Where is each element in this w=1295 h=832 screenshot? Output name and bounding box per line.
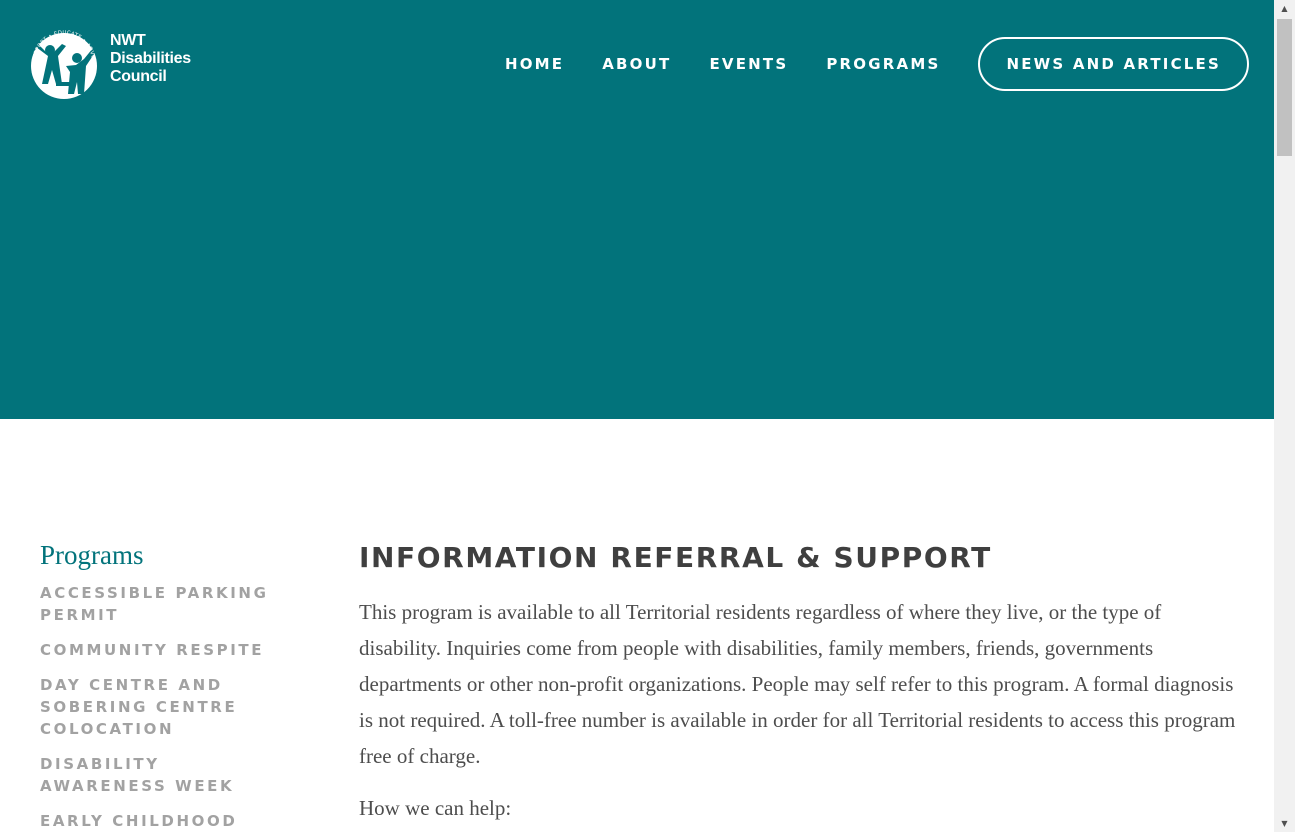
site-logo[interactable]: SUPPORT • EDUCATE • ADVOCATE NWT Disabil… [26,22,206,104]
nav-programs[interactable]: PROGRAMS [826,55,940,73]
sidebar-list: ACCESSIBLE PARKING PERMIT COMMUNITY RESP… [40,582,290,832]
sidebar-item-community-respite: COMMUNITY RESPITE [40,639,290,661]
sidebar-link-disability-awareness-week[interactable]: DISABILITY AWARENESS WEEK [40,753,290,797]
sidebar-link-early-childhood[interactable]: EARLY CHILDHOOD [40,810,290,832]
vertical-scrollbar[interactable]: ▲ ▼ [1274,0,1295,832]
sidebar-link-accessible-parking-permit[interactable]: ACCESSIBLE PARKING PERMIT [40,582,290,626]
scrollbar-thumb[interactable] [1277,19,1292,156]
sidebar-title: Programs [40,540,144,570]
sidebar-item-early-childhood: EARLY CHILDHOOD [40,810,290,832]
logo-wordmark: NWT Disabilities Council [110,32,191,86]
news-and-articles-button[interactable]: NEWS AND ARTICLES [978,37,1249,91]
logo-line-3: Council [110,68,167,85]
sidebar-link-day-centre[interactable]: DAY CENTRE AND SOBERING CENTRE COLOCATIO… [40,674,290,740]
logo-line-1: NWT [110,32,146,49]
people-circle-logo-icon: SUPPORT • EDUCATE • ADVOCATE [26,22,97,99]
arrow-down-icon[interactable]: ▼ [1274,815,1295,832]
sidebar-link-community-respite[interactable]: COMMUNITY RESPITE [40,639,290,661]
nav-events[interactable]: EVENTS [709,55,788,73]
how-we-can-help-text: How we can help: [359,796,512,820]
main-content: INFORMATION REFERRAL & SUPPORT This prog… [359,538,1239,832]
arrow-up-icon[interactable]: ▲ [1274,0,1295,17]
hero-header: SUPPORT • EDUCATE • ADVOCATE NWT Disabil… [0,0,1274,419]
intro-paragraph: This program is available to all Territo… [359,600,1236,768]
sidebar-item-disability-awareness-week: DISABILITY AWARENESS WEEK [40,753,290,797]
page: SUPPORT • EDUCATE • ADVOCATE NWT Disabil… [0,0,1274,832]
main-nav: HOME ABOUT EVENTS PROGRAMS NEWS AND ARTI… [505,37,1249,91]
nav-about[interactable]: ABOUT [602,55,671,73]
programs-sidebar: Programs ACCESSIBLE PARKING PERMIT COMMU… [40,538,290,832]
logo-line-2: Disabilities [110,50,191,67]
nav-home[interactable]: HOME [505,55,564,73]
sidebar-item-day-centre: DAY CENTRE AND SOBERING CENTRE COLOCATIO… [40,674,290,740]
sidebar-item-accessible-parking-permit: ACCESSIBLE PARKING PERMIT [40,582,290,626]
page-title: INFORMATION REFERRAL & SUPPORT [359,541,992,574]
